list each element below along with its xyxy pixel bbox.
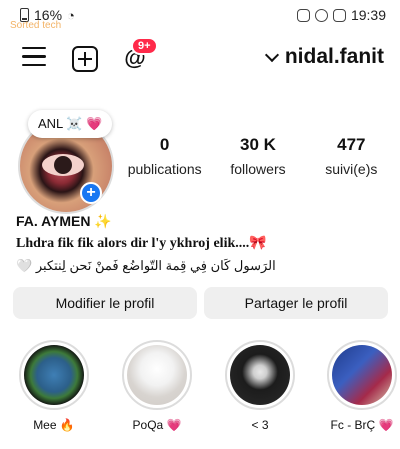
stat-following[interactable]: 477 suivi(e)s — [305, 135, 398, 177]
stat-followers[interactable]: 30 K followers — [211, 135, 304, 177]
highlight-ring — [225, 340, 295, 410]
username: nidal.fanit — [284, 45, 384, 68]
status-right: 19:39 — [296, 7, 386, 23]
stat-label: suivi(e)s — [325, 161, 378, 177]
stat-value: 477 — [337, 135, 366, 154]
add-story-button[interactable]: + — [80, 182, 102, 204]
share-profile-button[interactable]: Partager le profil — [204, 287, 388, 319]
highlight-ring — [19, 340, 89, 410]
profile-actions: Modifier le profil Partager le profil — [13, 287, 388, 319]
highlight-ring — [122, 340, 192, 410]
highlight-ring — [327, 340, 397, 410]
chevron-down-icon — [264, 47, 279, 62]
profile-stats: 0 publications 30 K followers 477 suivi(… — [118, 135, 398, 177]
highlight-person-image — [127, 345, 187, 405]
threads-badge: 9+ — [131, 37, 158, 55]
highlight-label: Fc - BrÇ 💗 — [330, 418, 394, 432]
instagram-notification-icon — [296, 8, 310, 22]
highlight-dog-image — [230, 345, 290, 405]
highlight-label: Mee 🔥 — [33, 418, 75, 432]
clock: 19:39 — [350, 7, 386, 23]
menu-icon[interactable] — [22, 47, 46, 67]
stat-label: publications — [127, 161, 202, 177]
create-post-icon[interactable] — [72, 46, 98, 72]
bio-line-1: Lhdra fik fik alors dir l'y ykhroj elik.… — [16, 236, 267, 251]
highlight-label: < 3 — [251, 418, 269, 432]
highlight-label: PoQa 💗 — [132, 418, 182, 432]
display-name: FA. AYMEN ✨ — [16, 213, 112, 229]
instagram-notification-icon-2 — [332, 8, 346, 22]
highlight-earth-image — [24, 345, 84, 405]
stat-value: 0 — [159, 135, 170, 154]
highlight-football-image — [332, 345, 392, 405]
highlight-item[interactable]: Fc - BrÇ 💗 — [322, 340, 400, 432]
profile-note[interactable]: ANL ☠️ 💗 — [28, 110, 113, 138]
wifi-icon: ◔ — [67, 7, 75, 23]
highlight-item[interactable]: Mee 🔥 — [14, 340, 94, 432]
highlight-item[interactable]: PoQa 💗 — [117, 340, 197, 432]
avatar-eye-graphic — [42, 154, 84, 176]
account-switcher[interactable]: nidal.fanit — [264, 45, 384, 69]
highlights-row: Mee 🔥 PoQa 💗 < 3 Fc - BrÇ 💗 — [0, 340, 400, 440]
bio-line-2: 🤍 الرَسول كَان فِي قِمة التّواضُع فَمنْ … — [16, 258, 276, 273]
watermark: Sorted tech — [10, 20, 62, 31]
top-toolbar: @ 9+ nidal.fanit — [0, 33, 400, 83]
stat-value: 30 K — [240, 135, 276, 154]
profile-bio: FA. AYMEN ✨ Lhdra fik fik alors dir l'y … — [16, 213, 386, 274]
stat-publications[interactable]: 0 publications — [118, 135, 211, 177]
highlight-item[interactable]: < 3 — [220, 340, 300, 432]
stat-label: followers — [230, 161, 286, 177]
edit-profile-button[interactable]: Modifier le profil — [13, 287, 197, 319]
whatsapp-notification-icon — [314, 8, 328, 22]
